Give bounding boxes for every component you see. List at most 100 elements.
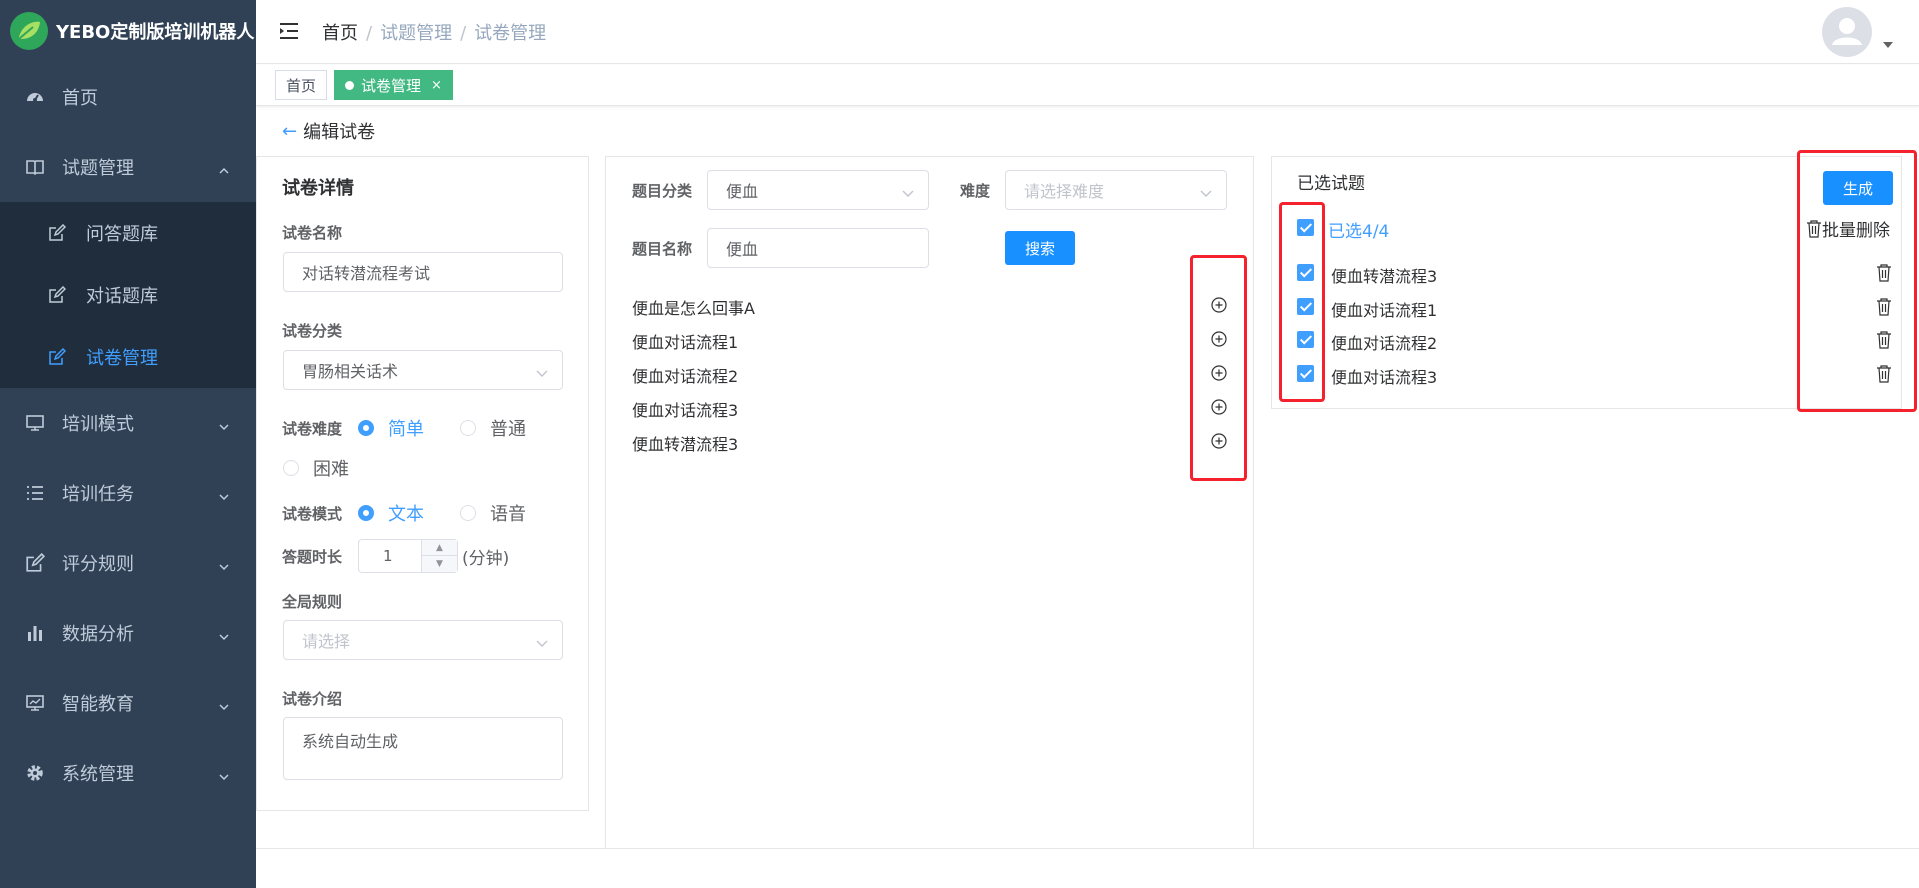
highlight-box-checkboxes bbox=[1279, 202, 1325, 402]
caret-down-icon[interactable] bbox=[1883, 42, 1893, 48]
sidebar-item-label: 试题管理 bbox=[62, 158, 134, 179]
chevron-down-icon bbox=[218, 417, 230, 438]
sidebar-item-label: 首页 bbox=[62, 88, 98, 109]
question-item: 便血转潜流程3 bbox=[632, 435, 739, 454]
chevron-down-icon bbox=[218, 697, 230, 718]
decrease-icon[interactable]: ▼ bbox=[422, 556, 457, 572]
active-dot-icon bbox=[345, 80, 354, 90]
edit-icon bbox=[48, 285, 68, 305]
selected-question-item: 便血转潜流程3 bbox=[1331, 267, 1438, 286]
filter-name-label: 题目名称 bbox=[632, 240, 693, 258]
name-label: 试卷名称 bbox=[282, 224, 343, 242]
edit-icon bbox=[24, 552, 46, 574]
chevron-up-icon bbox=[218, 161, 230, 182]
difficulty-radio-easy[interactable]: 简单 bbox=[358, 415, 424, 441]
monitor-icon bbox=[24, 412, 46, 434]
highlight-box-actions bbox=[1797, 150, 1917, 412]
sidebar-item-data-analysis[interactable]: 数据分析 bbox=[0, 598, 256, 668]
sidebar-item-home[interactable]: 首页 bbox=[0, 62, 256, 132]
category-label: 试卷分类 bbox=[282, 322, 343, 340]
filter-category-label: 题目分类 bbox=[632, 182, 693, 200]
question-item: 便血是怎么回事A bbox=[632, 299, 755, 318]
highlight-box-add-icons bbox=[1190, 255, 1247, 481]
paper-name-input[interactable]: 对话转潜流程考试 bbox=[283, 252, 563, 292]
duration-label: 答题时长 bbox=[282, 548, 343, 566]
selected-question-item: 便血对话流程3 bbox=[1331, 368, 1438, 387]
monitor-chart-icon bbox=[24, 692, 46, 714]
breadcrumb-home[interactable]: 首页 bbox=[322, 23, 358, 44]
question-item: 便血对话流程1 bbox=[632, 333, 739, 352]
menu-fold-icon[interactable] bbox=[278, 20, 302, 44]
intro-textarea[interactable]: 系统自动生成 bbox=[283, 717, 563, 780]
sidebar-item-dialog-bank[interactable]: 对话题库 bbox=[0, 264, 256, 326]
duration-unit: (分钟) bbox=[462, 549, 510, 569]
intro-label: 试卷介绍 bbox=[282, 690, 343, 708]
back-link[interactable]: ← 编辑试卷 bbox=[282, 118, 375, 144]
sidebar-item-label: 培训模式 bbox=[62, 414, 134, 435]
sidebar-item-label: 问答题库 bbox=[86, 224, 158, 245]
app-logo[interactable]: YEBO定制版培训机器人 bbox=[0, 0, 256, 62]
difficulty-radio-normal[interactable]: 普通 bbox=[460, 415, 526, 441]
global-rule-label: 全局规则 bbox=[282, 593, 343, 611]
sidebar-item-paper-management[interactable]: 试卷管理 bbox=[0, 326, 256, 388]
sidebar-item-label: 对话题库 bbox=[86, 286, 158, 307]
edit-icon bbox=[48, 347, 68, 367]
sidebar-item-smart-education[interactable]: 智能教育 bbox=[0, 668, 256, 738]
selected-title: 已选试题 bbox=[1297, 174, 1365, 194]
chevron-down-icon bbox=[536, 634, 548, 653]
list-icon bbox=[24, 482, 46, 504]
filter-difficulty-select[interactable]: 请选择难度 bbox=[1005, 170, 1227, 210]
question-item: 便血对话流程3 bbox=[632, 401, 739, 420]
difficulty-label: 试卷难度 bbox=[282, 420, 343, 438]
question-search-panel bbox=[605, 156, 1254, 849]
tag-home[interactable]: 首页 bbox=[275, 70, 328, 100]
chevron-down-icon bbox=[218, 767, 230, 788]
dashboard-icon bbox=[24, 86, 46, 108]
mode-radio-text[interactable]: 文本 bbox=[358, 500, 424, 526]
global-rule-select[interactable]: 请选择 bbox=[283, 620, 563, 660]
filter-difficulty-label: 难度 bbox=[960, 182, 991, 200]
increase-icon[interactable]: ▲ bbox=[422, 540, 457, 556]
details-title: 试卷详情 bbox=[282, 178, 354, 199]
filter-name-input[interactable]: 便血 bbox=[707, 228, 929, 268]
sidebar-item-training-mode[interactable]: 培训模式 bbox=[0, 388, 256, 458]
footer bbox=[256, 848, 1919, 888]
leaf-logo-icon bbox=[10, 12, 48, 50]
paper-category-select[interactable]: 胃肠相关话术 bbox=[283, 350, 563, 390]
tags-view: 首页 试卷管理 × bbox=[256, 65, 1919, 106]
submenu-question-management: 问答题库 对话题库 试卷管理 bbox=[0, 202, 256, 388]
sidebar-item-label: 数据分析 bbox=[62, 624, 134, 645]
chevron-down-icon bbox=[218, 557, 230, 578]
sidebar-item-label: 试卷管理 bbox=[86, 348, 158, 369]
breadcrumb-paper-management: 试卷管理 bbox=[474, 22, 547, 44]
edit-icon bbox=[48, 223, 68, 243]
breadcrumb-question-management: 试题管理 bbox=[380, 22, 453, 44]
sidebar-item-training-task[interactable]: 培训任务 bbox=[0, 458, 256, 528]
filter-category-select[interactable]: 便血 bbox=[707, 170, 929, 210]
gear-icon bbox=[24, 762, 46, 784]
sidebar-item-question-management[interactable]: 试题管理 bbox=[0, 132, 256, 202]
sidebar: YEBO定制版培训机器人 首页 试题管理 问答题库 对话题库 试卷管理 培训模式… bbox=[0, 0, 256, 888]
selected-question-item: 便血对话流程1 bbox=[1331, 301, 1438, 320]
tag-paper-management[interactable]: 试卷管理 × bbox=[334, 70, 453, 100]
search-button[interactable]: 搜索 bbox=[1005, 231, 1075, 265]
mode-radio-voice[interactable]: 语音 bbox=[460, 500, 526, 526]
selected-question-item: 便血对话流程2 bbox=[1331, 334, 1438, 353]
chevron-down-icon bbox=[1200, 184, 1212, 203]
chevron-down-icon bbox=[218, 487, 230, 508]
question-item: 便血对话流程2 bbox=[632, 367, 739, 386]
sidebar-item-label: 系统管理 bbox=[62, 764, 134, 785]
breadcrumb: 首页 / 试题管理 / 试卷管理 bbox=[322, 22, 547, 44]
duration-stepper[interactable]: 1 ▲ ▼ bbox=[358, 539, 458, 573]
chevron-down-icon bbox=[218, 627, 230, 648]
close-icon[interactable]: × bbox=[431, 78, 442, 93]
page-title: 编辑试卷 bbox=[303, 122, 376, 143]
avatar[interactable] bbox=[1822, 7, 1872, 57]
sidebar-item-system-management[interactable]: 系统管理 bbox=[0, 738, 256, 808]
difficulty-radio-hard[interactable]: 困难 bbox=[283, 455, 349, 481]
sidebar-item-label: 培训任务 bbox=[62, 484, 134, 505]
top-navbar: 首页 / 试题管理 / 试卷管理 bbox=[256, 0, 1919, 64]
bar-chart-icon bbox=[24, 622, 46, 644]
sidebar-item-scoring-rules[interactable]: 评分规则 bbox=[0, 528, 256, 598]
sidebar-item-qa-bank[interactable]: 问答题库 bbox=[0, 202, 256, 264]
